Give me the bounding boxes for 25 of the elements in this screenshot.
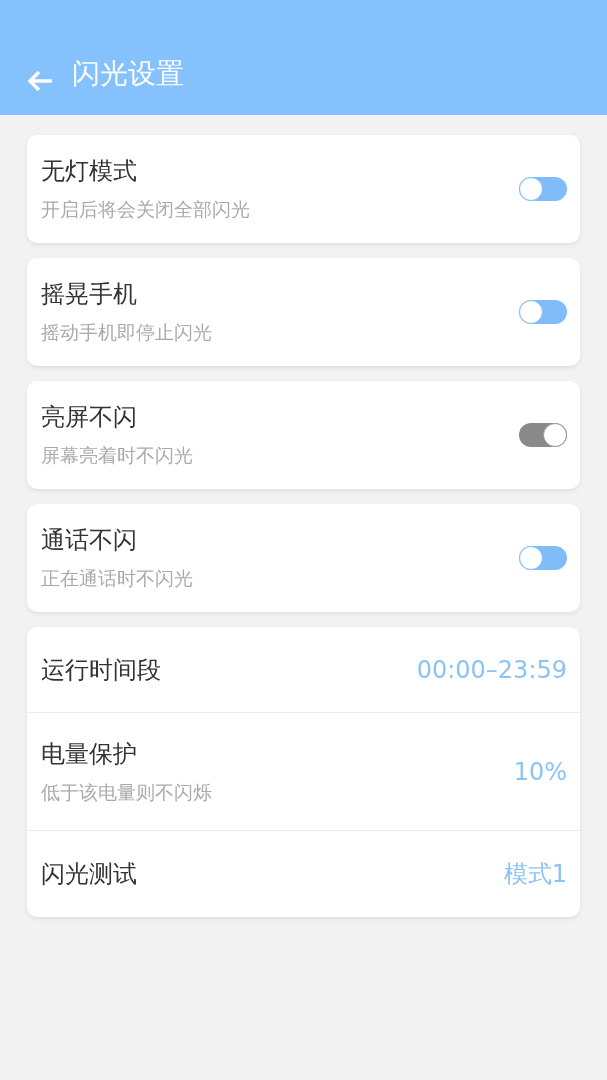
setting-title: 摇晃手机 bbox=[41, 279, 138, 310]
toggle-switch[interactable] bbox=[519, 546, 567, 570]
back-button[interactable] bbox=[26, 69, 54, 93]
setting-description: 摇动手机即停止闪光 bbox=[41, 320, 212, 345]
toggle-switch[interactable] bbox=[519, 177, 567, 201]
setting-value: 10% bbox=[513, 757, 567, 786]
setting-row[interactable]: 电量保护 低于该电量则不闪烁 10% bbox=[27, 713, 580, 831]
setting-title: 闪光测试 bbox=[41, 859, 137, 890]
setting-description: 屏幕亮着时不闪光 bbox=[41, 443, 193, 468]
setting-title: 亮屏不闪 bbox=[41, 402, 138, 433]
setting-description: 正在通话时不闪光 bbox=[41, 566, 193, 591]
setting-value: 模式1 bbox=[503, 859, 567, 890]
setting-description: 低于该电量则不闪烁 bbox=[41, 779, 212, 805]
toggle-switch[interactable] bbox=[519, 300, 567, 324]
toggle-switch[interactable] bbox=[519, 423, 567, 447]
setting-value: 00:00–23:59 bbox=[416, 655, 567, 684]
setting-title: 通话不闪 bbox=[41, 525, 138, 556]
setting-title: 无灯模式 bbox=[41, 156, 138, 187]
setting-description: 开启后将会关闭全部闪光 bbox=[41, 197, 250, 222]
setting-row[interactable]: 运行时间段 00:00–23:59 bbox=[27, 627, 580, 713]
setting-title: 电量保护 bbox=[41, 738, 138, 770]
setting-title: 运行时间段 bbox=[41, 654, 161, 686]
setting-row[interactable]: 闪光测试 模式1 bbox=[27, 831, 580, 917]
page-title: 闪光设置 bbox=[72, 56, 184, 92]
back-arrow-icon bbox=[26, 69, 54, 93]
